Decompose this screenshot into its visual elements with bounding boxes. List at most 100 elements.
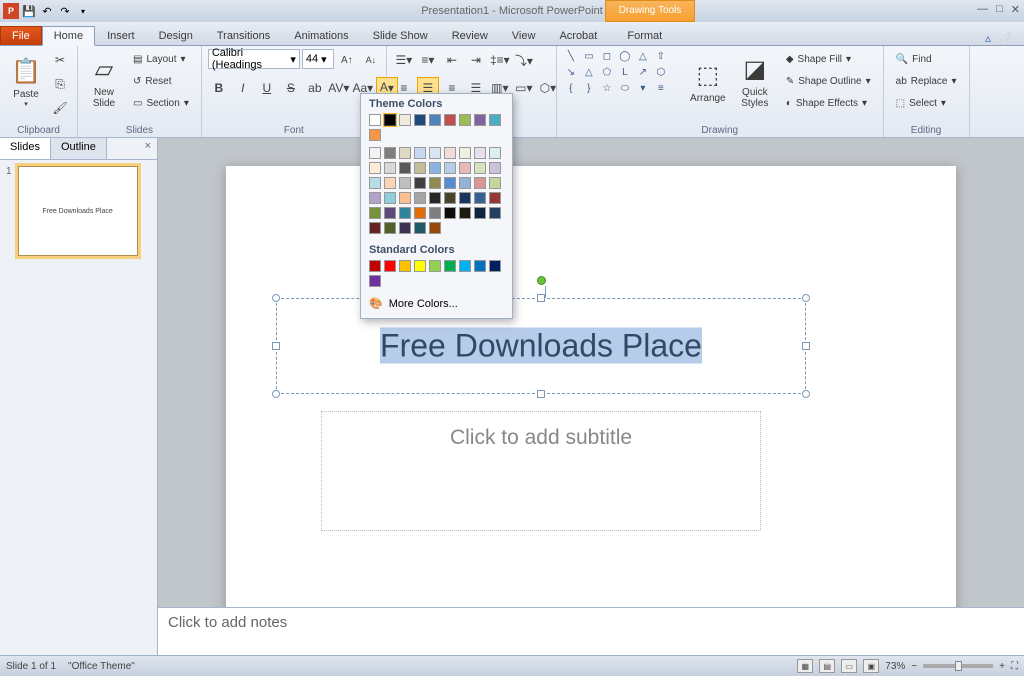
cut-button[interactable]: ✂ <box>49 49 71 71</box>
font-size-combo[interactable]: 44▾ <box>302 49 334 69</box>
resize-handle[interactable] <box>537 390 545 398</box>
reading-view-button[interactable]: ▭ <box>841 659 857 673</box>
color-swatch[interactable] <box>384 177 396 189</box>
tab-transitions[interactable]: Transitions <box>205 26 282 45</box>
tab-home[interactable]: Home <box>42 26 95 46</box>
slideshow-view-button[interactable]: ▣ <box>863 659 879 673</box>
notes-pane[interactable]: Click to add notes <box>158 607 1024 655</box>
color-swatch[interactable] <box>489 260 501 272</box>
color-swatch[interactable] <box>429 192 441 204</box>
shape-outline-button[interactable]: ✎ Shape Outline ▾ <box>780 71 877 91</box>
shape-fill-button[interactable]: ◆ Shape Fill ▾ <box>780 49 877 69</box>
fit-window-button[interactable]: ⛶ <box>1011 661 1018 672</box>
color-swatch[interactable] <box>414 207 426 219</box>
increase-indent-button[interactable]: ⇥ <box>465 49 487 71</box>
grow-font-button[interactable]: A↑ <box>336 49 358 71</box>
align-text-button[interactable]: ▭▾ <box>513 77 535 99</box>
numbering-button[interactable]: ≡▾ <box>417 49 439 71</box>
color-swatch[interactable] <box>474 192 486 204</box>
title-text[interactable]: Free Downloads Place <box>277 328 805 365</box>
select-button[interactable]: ⬚ Select ▾ <box>890 93 963 113</box>
color-swatch[interactable] <box>369 162 381 174</box>
zoom-out-button[interactable]: − <box>911 661 917 672</box>
color-swatch[interactable] <box>384 114 396 126</box>
shape-effects-button[interactable]: ◐ Shape Effects ▾ <box>780 93 877 113</box>
color-swatch[interactable] <box>369 177 381 189</box>
color-swatch[interactable] <box>399 114 411 126</box>
color-swatch[interactable] <box>414 260 426 272</box>
color-swatch[interactable] <box>429 260 441 272</box>
color-swatch[interactable] <box>429 177 441 189</box>
more-colors-button[interactable]: 🎨 More Colors... <box>361 293 512 314</box>
color-swatch[interactable] <box>414 147 426 159</box>
color-swatch[interactable] <box>459 162 471 174</box>
bullets-button[interactable]: ☰▾ <box>393 49 415 71</box>
color-swatch[interactable] <box>369 147 381 159</box>
underline-button[interactable]: U <box>256 77 278 99</box>
color-swatch[interactable] <box>474 207 486 219</box>
color-swatch[interactable] <box>414 177 426 189</box>
color-swatch[interactable] <box>369 129 381 141</box>
layout-button[interactable]: ▤ Layout ▾ <box>127 49 195 69</box>
subtitle-placeholder[interactable]: Click to add subtitle <box>321 411 761 531</box>
color-swatch[interactable] <box>399 207 411 219</box>
color-swatch[interactable] <box>384 207 396 219</box>
color-swatch[interactable] <box>429 162 441 174</box>
color-swatch[interactable] <box>369 260 381 272</box>
color-swatch[interactable] <box>474 177 486 189</box>
tab-slideshow[interactable]: Slide Show <box>361 26 440 45</box>
sorter-view-button[interactable]: ▤ <box>819 659 835 673</box>
color-swatch[interactable] <box>444 207 456 219</box>
color-swatch[interactable] <box>489 147 501 159</box>
color-swatch[interactable] <box>414 162 426 174</box>
section-button[interactable]: ▭ Section ▾ <box>127 93 195 113</box>
title-textbox[interactable]: Free Downloads Place <box>276 298 806 394</box>
color-swatch[interactable] <box>414 222 426 234</box>
shrink-font-button[interactable]: A↓ <box>360 49 382 71</box>
color-swatch[interactable] <box>429 222 441 234</box>
color-swatch[interactable] <box>384 192 396 204</box>
slide-canvas[interactable]: Free Downloads Place Click to add subtit… <box>226 166 956 607</box>
color-swatch[interactable] <box>459 207 471 219</box>
qat-dropdown[interactable]: ▾ <box>75 3 91 19</box>
color-swatch[interactable] <box>369 222 381 234</box>
arrange-button[interactable]: ⬚Arrange <box>686 49 730 115</box>
redo-button[interactable]: ↷ <box>57 3 73 19</box>
color-swatch[interactable] <box>399 177 411 189</box>
normal-view-button[interactable]: ▦ <box>797 659 813 673</box>
color-swatch[interactable] <box>429 207 441 219</box>
color-swatch[interactable] <box>399 162 411 174</box>
tab-acrobat[interactable]: Acrobat <box>547 26 609 45</box>
resize-handle[interactable] <box>802 294 810 302</box>
resize-handle[interactable] <box>272 390 280 398</box>
color-swatch[interactable] <box>429 147 441 159</box>
color-swatch[interactable] <box>384 147 396 159</box>
slide-thumbnail[interactable]: 1 Free Downloads Place <box>6 166 151 256</box>
color-swatch[interactable] <box>369 114 381 126</box>
rotation-handle[interactable] <box>537 276 546 285</box>
color-swatch[interactable] <box>474 114 486 126</box>
color-swatch[interactable] <box>444 114 456 126</box>
font-name-combo[interactable]: Calibri (Headings▾ <box>208 49 300 69</box>
tab-review[interactable]: Review <box>440 26 500 45</box>
decrease-indent-button[interactable]: ⇤ <box>441 49 463 71</box>
copy-button[interactable]: ⎘ <box>49 73 71 95</box>
color-swatch[interactable] <box>444 260 456 272</box>
color-swatch[interactable] <box>369 192 381 204</box>
color-swatch[interactable] <box>444 162 456 174</box>
color-swatch[interactable] <box>474 260 486 272</box>
panel-close-button[interactable]: × <box>139 138 157 159</box>
color-swatch[interactable] <box>459 260 471 272</box>
color-swatch[interactable] <box>489 192 501 204</box>
quick-styles-button[interactable]: ◪Quick Styles <box>733 49 777 115</box>
color-swatch[interactable] <box>474 147 486 159</box>
color-swatch[interactable] <box>444 192 456 204</box>
strikethrough-button[interactable]: S <box>280 77 302 99</box>
color-swatch[interactable] <box>384 260 396 272</box>
color-swatch[interactable] <box>459 147 471 159</box>
color-swatch[interactable] <box>459 114 471 126</box>
color-swatch[interactable] <box>384 162 396 174</box>
tab-file[interactable]: File <box>0 26 42 45</box>
panel-tab-outline[interactable]: Outline <box>51 138 107 159</box>
color-swatch[interactable] <box>489 114 501 126</box>
